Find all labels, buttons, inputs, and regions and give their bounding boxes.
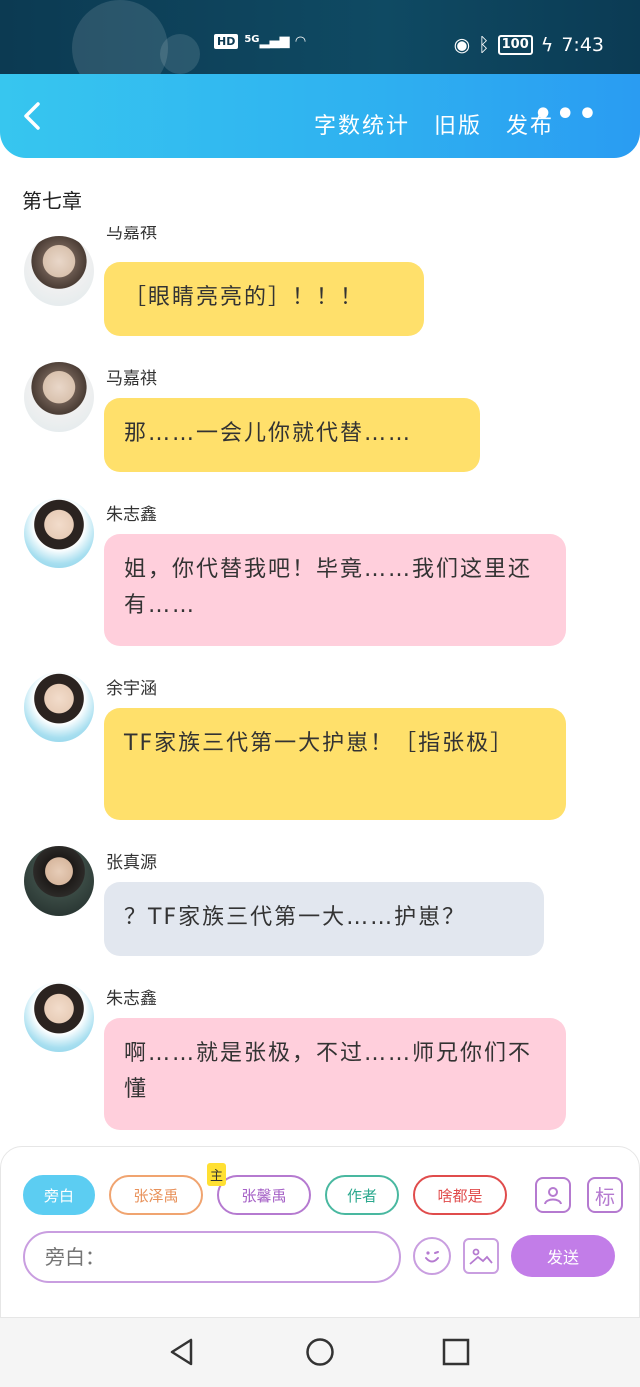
- title-actions: 字数统计 旧版 发布: [314, 108, 554, 140]
- emoji-icon: [425, 1251, 439, 1263]
- role-chip[interactable]: 啥都是: [413, 1175, 507, 1215]
- message-bubble[interactable]: 姐，你代替我吧！毕竟……我们这里还有……: [104, 534, 566, 646]
- message-bubble[interactable]: 啊……就是张极，不过……师兄你们不懂: [104, 1018, 566, 1130]
- triangle-back-icon: [170, 1338, 193, 1366]
- avatar[interactable]: [24, 362, 94, 432]
- message-input[interactable]: [23, 1231, 401, 1283]
- message-bubble[interactable]: 那……一会儿你就代替……: [104, 398, 480, 472]
- charging-icon: ϟ: [540, 34, 554, 56]
- chat-list[interactable]: 马嘉祺 ［眼睛亮亮的］！！！ 马嘉祺 那……一会儿你就代替…… 朱志鑫 姐，你代…: [0, 226, 640, 1144]
- eye-icon: ◉: [453, 34, 471, 56]
- role-chip-label: 张馨禹: [241, 1186, 287, 1205]
- role-chip[interactable]: 张泽禹: [109, 1175, 203, 1215]
- more-button[interactable]: •••: [533, 100, 600, 130]
- old-version-button[interactable]: 旧版: [434, 108, 482, 140]
- role-chip-narrator[interactable]: 旁白: [23, 1175, 95, 1215]
- avatar[interactable]: [24, 672, 94, 742]
- square-recents-icon: [442, 1338, 470, 1366]
- chevron-left-icon: [24, 102, 40, 130]
- hd-badge: HD: [214, 34, 239, 49]
- nav-back-button[interactable]: [166, 1336, 198, 1368]
- navigation-bar: [0, 1318, 640, 1387]
- avatar[interactable]: [24, 982, 94, 1052]
- decor-bubble: [160, 34, 200, 74]
- avatar[interactable]: [24, 846, 94, 916]
- person-icon: [544, 1187, 562, 1205]
- status-bar: HD 5G▂▄▆ ◠ ◉ ᛒ 100 ϟ 7:43: [0, 0, 640, 74]
- message-bubble[interactable]: TF家族三代第一大护崽！［指张极］: [104, 708, 566, 820]
- avatar[interactable]: [24, 236, 94, 306]
- circle-home-icon: [306, 1338, 334, 1366]
- emoji-button[interactable]: [413, 1237, 451, 1275]
- clock: 7:43: [561, 34, 604, 56]
- signal-icon: 5G▂▄▆: [244, 34, 290, 49]
- role-chips: 旁白 张泽禹 主 张馨禹 作者 啥都是: [23, 1163, 507, 1215]
- battery-icon: 100: [497, 35, 533, 55]
- speaker-name: 朱志鑫: [106, 989, 157, 1009]
- role-chip-author[interactable]: 作者: [325, 1175, 399, 1215]
- speaker-name: 马嘉祺: [106, 369, 157, 389]
- speaker-name: 马嘉祺: [106, 226, 157, 243]
- image-button[interactable]: [463, 1238, 499, 1274]
- decor-bubble: [72, 0, 168, 74]
- wifi-icon: ◠: [295, 34, 306, 49]
- title-bar: 字数统计 旧版 发布 •••: [0, 74, 640, 158]
- image-icon: [469, 1248, 493, 1265]
- bluetooth-icon: ᛒ: [478, 34, 490, 56]
- nav-home-button[interactable]: [304, 1336, 336, 1368]
- chapter-title: 第七章: [22, 189, 82, 213]
- input-panel: 旁白 张泽禹 主 张馨禹 作者 啥都是 标 发送: [0, 1146, 640, 1318]
- avatar[interactable]: [24, 498, 94, 568]
- nav-recents-button[interactable]: [440, 1336, 472, 1368]
- main-role-badge: 主: [207, 1163, 227, 1186]
- character-icon[interactable]: [535, 1177, 571, 1213]
- role-chip-main[interactable]: 主 张馨禹: [207, 1163, 311, 1215]
- network-indicators: HD 5G▂▄▆ ◠: [214, 34, 306, 49]
- speaker-name: 张真源: [106, 853, 157, 873]
- message-bubble[interactable]: ？TF家族三代第一大……护崽？: [104, 882, 544, 956]
- send-button[interactable]: 发送: [511, 1235, 615, 1277]
- back-button[interactable]: [18, 100, 50, 132]
- system-indicators: ◉ ᛒ 100 ϟ 7:43: [454, 34, 604, 56]
- tag-icon[interactable]: 标: [587, 1177, 623, 1213]
- message-bubble[interactable]: ［眼睛亮亮的］！！！: [104, 262, 424, 336]
- speaker-name: 余宇涵: [106, 679, 157, 699]
- speaker-name: 朱志鑫: [106, 505, 157, 525]
- word-count-button[interactable]: 字数统计: [314, 108, 410, 140]
